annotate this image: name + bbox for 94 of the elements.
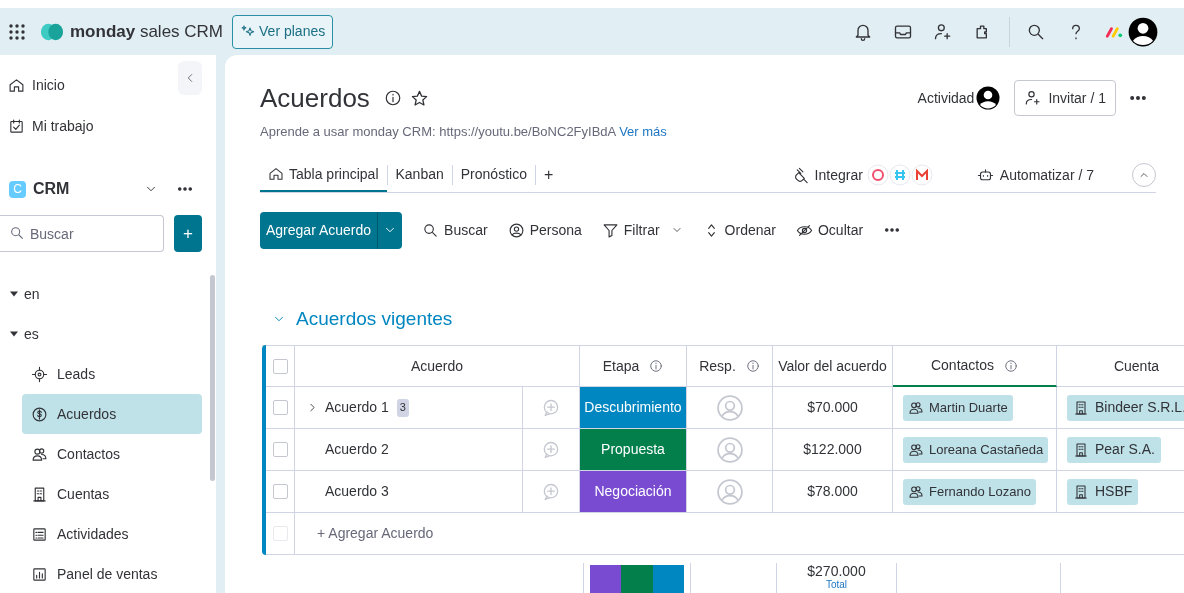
board-item[interactable]: Cuentas bbox=[22, 474, 202, 514]
list-icon bbox=[31, 525, 48, 543]
column-title[interactable]: Resp. bbox=[699, 355, 736, 377]
person-icon bbox=[507, 221, 525, 239]
search-icon bbox=[422, 221, 440, 239]
column-title[interactable]: Cuenta bbox=[1113, 355, 1160, 377]
checkbox[interactable] bbox=[272, 442, 288, 457]
logo-text: monday sales CRM bbox=[70, 20, 224, 43]
home-icon bbox=[268, 166, 284, 182]
status-label[interactable]: Negociación bbox=[580, 471, 687, 513]
star-icon[interactable] bbox=[409, 88, 429, 108]
add-person-icon[interactable] bbox=[933, 21, 953, 42]
column-title[interactable]: Contactos bbox=[930, 355, 994, 376]
board-item[interactable]: Actividades bbox=[22, 514, 202, 554]
building-icon bbox=[1073, 441, 1089, 458]
invite-button[interactable]: Invitar / 1 bbox=[1014, 80, 1116, 116]
account-chip[interactable]: Pear S.A. bbox=[1067, 436, 1161, 463]
board-item[interactable]: Leads bbox=[22, 354, 202, 394]
board-item[interactable]: Panel de ventas bbox=[22, 554, 202, 593]
toolbar-button[interactable]: Persona bbox=[507, 219, 582, 241]
building-icon bbox=[1073, 399, 1089, 416]
checkbox[interactable] bbox=[272, 358, 288, 374]
building-icon bbox=[1073, 483, 1089, 500]
activity-link[interactable]: Actividad bbox=[917, 87, 975, 109]
toolbar-button[interactable]: Ordenar bbox=[702, 219, 776, 241]
add-button[interactable]: + bbox=[174, 215, 202, 252]
chart-icon bbox=[31, 565, 48, 583]
nav-item[interactable]: Mi trabajo bbox=[8, 114, 216, 138]
workspace-badge: C bbox=[9, 180, 26, 198]
column-title[interactable]: Valor del acuerdo bbox=[778, 355, 887, 377]
triangle-icon[interactable] bbox=[10, 330, 18, 338]
search-icon bbox=[9, 225, 25, 241]
item-name[interactable]: Acuerdo 1 bbox=[325, 397, 389, 418]
item-name[interactable]: Acuerdo 2 bbox=[325, 439, 389, 460]
more-link[interactable]: Ver más bbox=[619, 124, 667, 139]
board-description: Aprende a usar monday CRM: https://youtu.be/BoNC2FyIBdA Ver más bbox=[260, 123, 668, 141]
column-title[interactable]: Etapa bbox=[602, 355, 640, 377]
contact-chip[interactable]: Loreana Castañeda bbox=[903, 436, 1049, 463]
workspace-name[interactable]: CRM bbox=[33, 177, 70, 201]
toolbar-button[interactable]: Filtrar bbox=[601, 219, 683, 241]
dollar-icon bbox=[31, 405, 48, 423]
account-chip[interactable]: HSBF bbox=[1067, 478, 1139, 505]
avatar-icon[interactable] bbox=[1128, 16, 1158, 47]
total-value: $270.000 bbox=[807, 563, 866, 579]
contact-chip[interactable]: Martin Duarte bbox=[903, 394, 1013, 421]
status-label[interactable]: Descubrimiento bbox=[580, 387, 687, 429]
avatar-icon[interactable] bbox=[976, 86, 1001, 110]
logo-icon bbox=[40, 21, 64, 42]
search-field[interactable]: Buscar bbox=[0, 215, 164, 252]
people-icon bbox=[31, 445, 48, 463]
filter-icon bbox=[601, 221, 619, 239]
checkbox[interactable] bbox=[272, 400, 288, 415]
group-title[interactable]: Acuerdos vigentes bbox=[296, 304, 453, 333]
board-title: Acuerdos bbox=[260, 83, 370, 113]
value-cell: $122.000 bbox=[773, 429, 893, 471]
people-icon bbox=[908, 399, 924, 416]
view-tab[interactable]: Pronóstico bbox=[452, 158, 535, 192]
add-item-input[interactable]: + Agregar Acuerdo bbox=[317, 523, 434, 544]
account-chip[interactable]: Bindeer S.R.L. bbox=[1067, 394, 1184, 421]
board-item[interactable]: Acuerdos bbox=[22, 394, 202, 434]
total-label: Total bbox=[825, 579, 848, 591]
integration-apps-icon[interactable] bbox=[866, 163, 933, 187]
board-item[interactable]: Contactos bbox=[22, 434, 202, 474]
plans-button[interactable]: Ver planes bbox=[232, 14, 334, 49]
info-icon[interactable] bbox=[383, 89, 402, 107]
contact-chip[interactable]: Fernando Lozano bbox=[903, 478, 1036, 505]
people-icon bbox=[908, 441, 924, 458]
integrate-button[interactable]: Integrar bbox=[792, 164, 863, 186]
folder-item[interactable]: es bbox=[0, 314, 216, 354]
view-tab[interactable]: Tabla principal bbox=[260, 158, 387, 192]
subitem-count[interactable]: 3 bbox=[396, 398, 409, 417]
value-cell: $70.000 bbox=[773, 387, 893, 429]
plug-icon bbox=[792, 166, 810, 184]
building-icon bbox=[31, 485, 48, 503]
value-cell: $78.000 bbox=[773, 471, 893, 513]
add-view-button[interactable]: + bbox=[535, 163, 562, 187]
people-icon bbox=[908, 483, 924, 500]
calendar-icon bbox=[8, 117, 25, 135]
automate-button[interactable]: Automatizar / 7 bbox=[976, 164, 1094, 186]
scrollbar[interactable] bbox=[210, 275, 215, 481]
item-name[interactable]: Acuerdo 3 bbox=[325, 481, 389, 502]
checkbox[interactable] bbox=[272, 484, 288, 499]
folder-item[interactable]: en bbox=[0, 274, 216, 314]
add-person-icon bbox=[1024, 89, 1043, 107]
nav-item[interactable]: Inicio bbox=[8, 73, 216, 97]
apps-grid-icon[interactable] bbox=[8, 22, 26, 41]
column-title[interactable]: Acuerdo bbox=[410, 355, 464, 377]
toolbar-button[interactable]: Ocultar bbox=[795, 219, 864, 241]
status-label[interactable]: Propuesta bbox=[580, 429, 687, 471]
view-tab[interactable]: Kanban bbox=[387, 158, 452, 192]
home-icon bbox=[8, 76, 25, 94]
target-icon bbox=[31, 365, 48, 383]
triangle-icon[interactable] bbox=[10, 290, 18, 298]
toolbar-button[interactable]: Buscar bbox=[422, 219, 488, 241]
